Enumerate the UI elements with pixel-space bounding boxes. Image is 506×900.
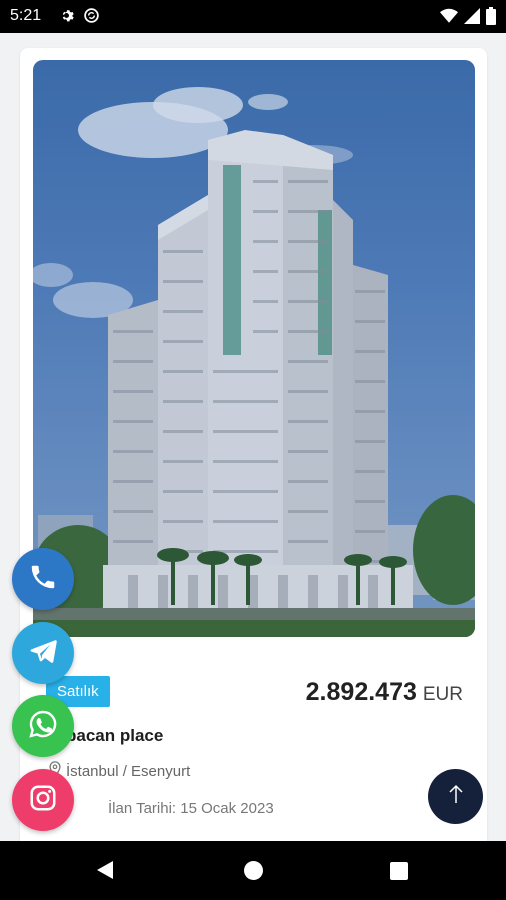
price: 2.892.473 EUR [306, 678, 463, 707]
listing-title[interactable]: bacan place [66, 726, 163, 746]
instagram-button[interactable] [12, 769, 74, 831]
building-photo[interactable] [33, 60, 475, 637]
instagram-icon [28, 783, 58, 818]
location: İstanbul / Esenyurt [48, 761, 190, 781]
price-amount: 2.892.473 [305, 678, 417, 706]
location-text: İstanbul / Esenyurt [66, 762, 191, 780]
wifi-icon [440, 8, 458, 29]
battery-icon [486, 7, 496, 30]
sync-icon [83, 7, 100, 29]
phone-button[interactable] [12, 548, 74, 610]
back-icon[interactable] [96, 860, 114, 885]
date-value: 15 Ocak 2023 [180, 800, 274, 817]
phone-icon [28, 562, 58, 597]
scroll-top-button[interactable] [428, 769, 483, 824]
telegram-button[interactable] [12, 622, 74, 684]
telegram-icon [28, 636, 58, 671]
listing-card[interactable]: Satılık 2.892.473 EUR bacan place İstanb… [20, 48, 487, 848]
date-label: İlan Tarihi: [108, 800, 177, 817]
status-bar: 5:21 [0, 0, 506, 33]
navigation-bar [0, 841, 506, 900]
listing-date: İlan Tarihi: 15 Ocak 2023 [108, 800, 274, 817]
arrow-up-icon [448, 784, 464, 809]
price-currency: EUR [422, 684, 463, 705]
whatsapp-icon [27, 708, 59, 745]
recents-icon[interactable] [390, 862, 408, 880]
home-icon[interactable] [244, 861, 263, 880]
whatsapp-button[interactable] [12, 695, 74, 757]
gear-icon [58, 7, 75, 29]
signal-icon [464, 8, 480, 29]
status-time: 5:21 [10, 7, 42, 24]
